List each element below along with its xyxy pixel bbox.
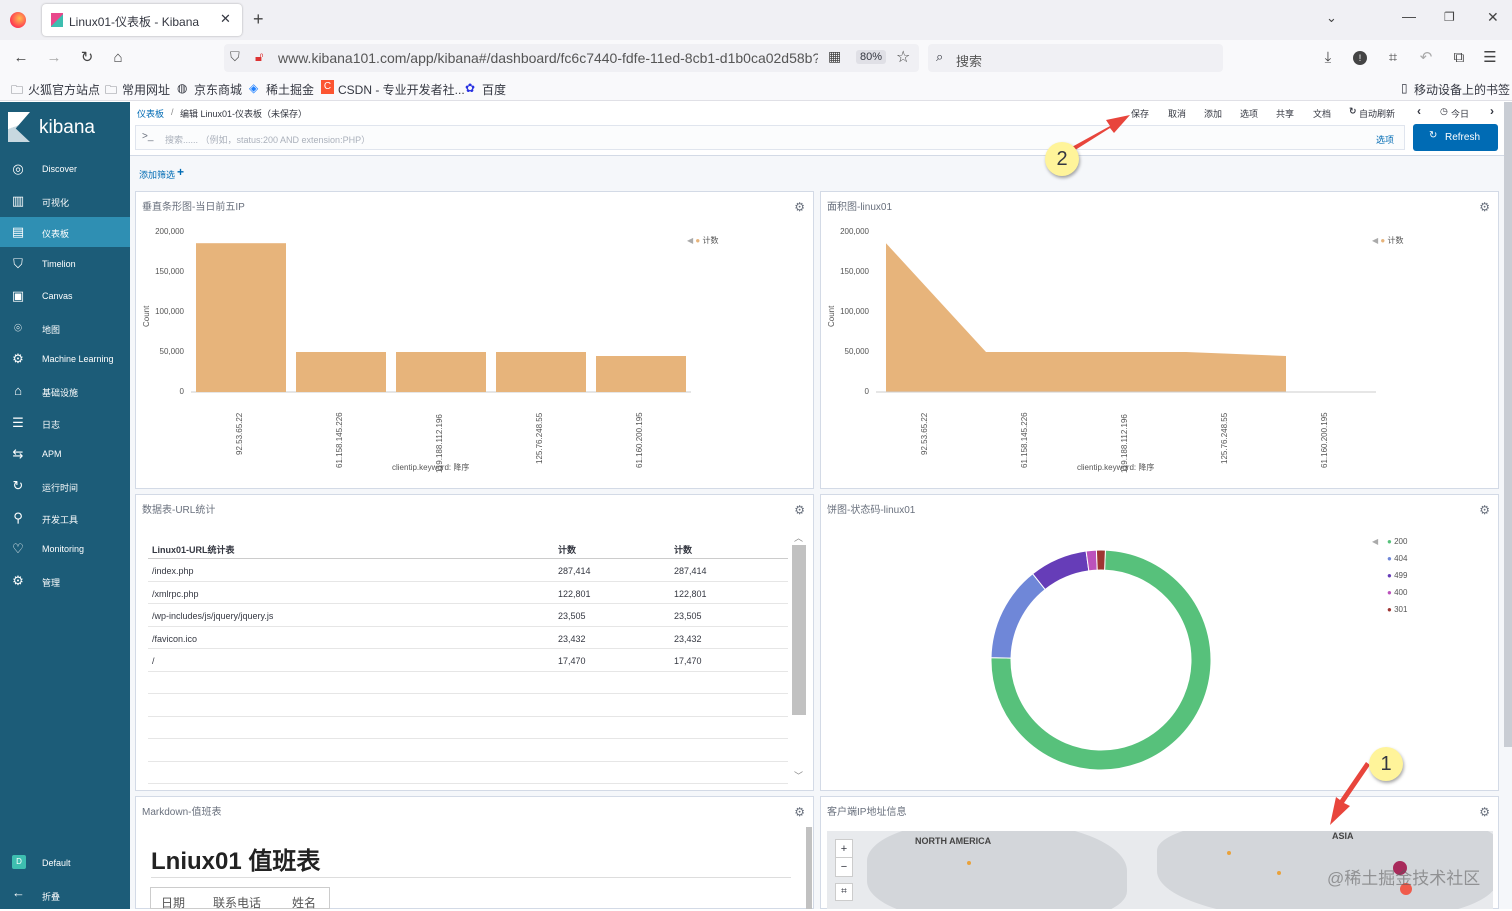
callout-arrow-2 [1070, 115, 1130, 152]
watermark: @稀土掘金技术社区 [1327, 869, 1481, 888]
callout-number: 1 [1380, 753, 1392, 775]
annotation-arrows [1070, 115, 1370, 825]
callout-badge-1: 1 [1369, 747, 1403, 781]
callout-badge-2: 2 [1045, 142, 1079, 176]
callout-arrow-1 [1330, 762, 1370, 825]
callout-number: 2 [1056, 148, 1068, 170]
